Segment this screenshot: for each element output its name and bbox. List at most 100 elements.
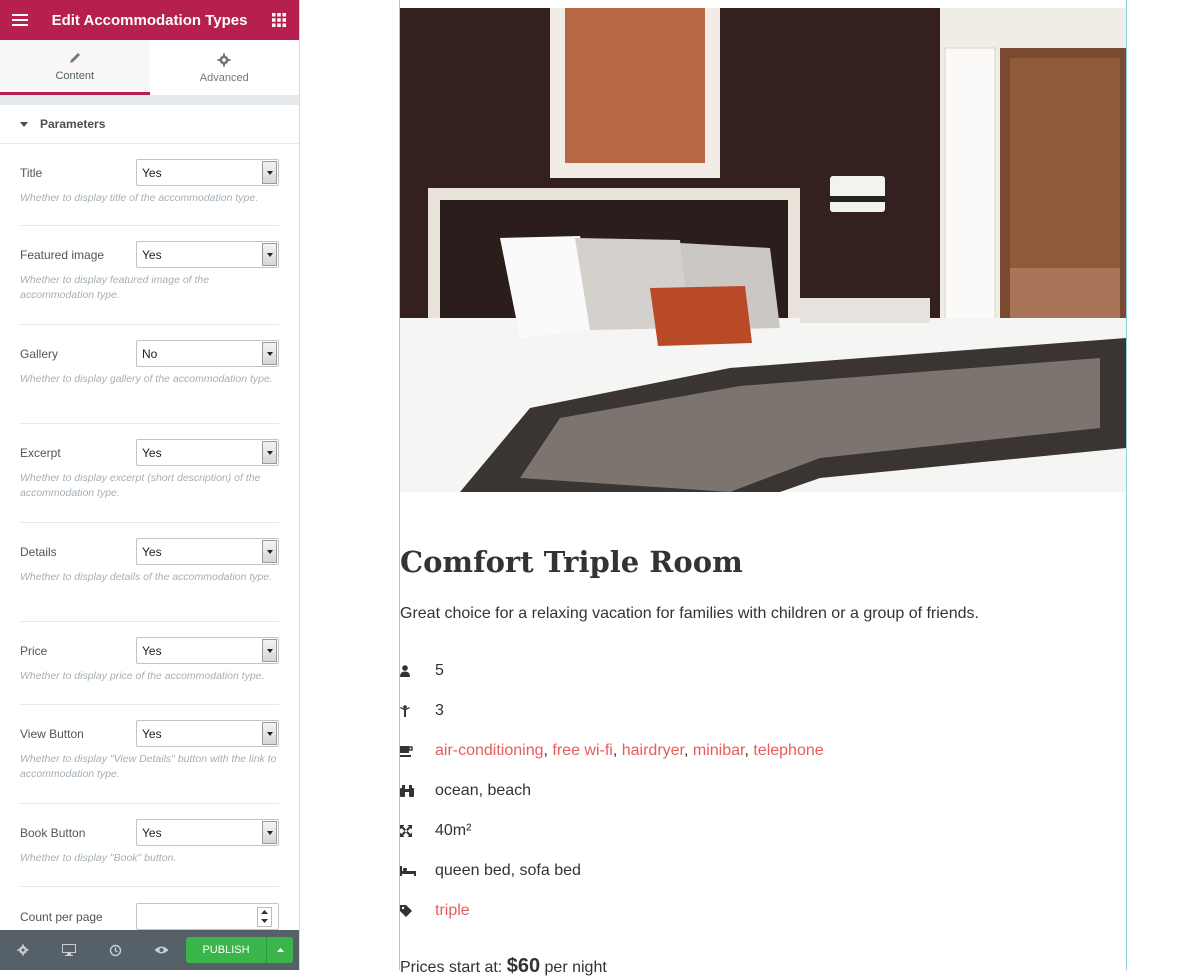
chevron-down-icon xyxy=(262,639,277,662)
tab-content-label: Content xyxy=(55,70,95,82)
expand-arrows-icon xyxy=(400,825,435,837)
room-excerpt: Great choice for a relaxing vacation for… xyxy=(400,605,979,622)
detail-category: triple xyxy=(400,891,824,931)
spin-down-icon[interactable] xyxy=(258,917,271,926)
widgets-grid-icon[interactable] xyxy=(259,0,299,40)
control-details: Details Yes Whether to display details o… xyxy=(20,523,279,622)
detail-view: ocean, beach xyxy=(400,771,824,811)
tag-icon xyxy=(400,905,435,917)
select-value: No xyxy=(142,346,158,361)
child-icon xyxy=(400,705,435,717)
number-spinner[interactable] xyxy=(257,906,272,927)
select-value: Yes xyxy=(142,643,162,658)
price-suffix: per night xyxy=(544,959,607,976)
select-value: Yes xyxy=(142,247,162,262)
control-description: Whether to display title of the accommod… xyxy=(20,192,259,204)
control-description: Whether to display gallery of the accomm… xyxy=(20,373,273,385)
coffee-icon xyxy=(400,745,435,757)
room-details-list: 5 3 air-conditioning, free wi-fi, hairdr… xyxy=(400,651,824,931)
view-text: ocean, beach xyxy=(435,782,532,799)
control-gallery: Gallery No Whether to display gallery of… xyxy=(20,325,279,424)
control-label: Price xyxy=(20,643,48,658)
detail-beds: queen bed, sofa bed xyxy=(400,851,824,891)
featured-image[interactable] xyxy=(400,8,1126,492)
price-select[interactable]: Yes xyxy=(136,637,279,664)
control-description: Whether to display "Book" button. xyxy=(20,852,177,864)
control-description: Whether to display excerpt (short descri… xyxy=(20,472,261,499)
excerpt-select[interactable]: Yes xyxy=(136,439,279,466)
detail-amenities: air-conditioning, free wi-fi, hairdryer,… xyxy=(400,731,824,771)
panel-header: Edit Accommodation Types xyxy=(0,0,299,40)
chevron-down-icon xyxy=(262,161,277,184)
room-title[interactable]: Comfort Triple Room xyxy=(400,545,743,579)
tab-advanced[interactable]: Advanced xyxy=(150,40,300,95)
preview-eye-icon[interactable] xyxy=(138,930,184,970)
panel-footer: PUBLISH xyxy=(0,930,299,970)
control-label: Excerpt xyxy=(20,445,61,460)
amenity-link[interactable]: air-conditioning xyxy=(435,742,544,759)
view-button-select[interactable]: Yes xyxy=(136,720,279,747)
bed-icon xyxy=(400,866,435,876)
beds-text: queen bed, sofa bed xyxy=(435,862,581,879)
section-parameters[interactable]: Parameters xyxy=(0,105,299,144)
detail-size: 40m² xyxy=(400,811,824,851)
pencil-icon xyxy=(68,50,82,66)
settings-gear-icon[interactable] xyxy=(0,930,46,970)
chevron-down-icon xyxy=(262,441,277,464)
control-label: Details xyxy=(20,544,57,559)
details-select[interactable]: Yes xyxy=(136,538,279,565)
control-description: Whether to display "View Details" button… xyxy=(20,753,277,780)
chevron-down-icon xyxy=(262,821,277,844)
control-featured-image: Featured image Yes Whether to display fe… xyxy=(20,226,279,325)
publish-options-button[interactable] xyxy=(266,937,293,963)
tab-advanced-label: Advanced xyxy=(199,71,249,84)
control-excerpt: Excerpt Yes Whether to display excerpt (… xyxy=(20,424,279,523)
price-prefix: Prices start at: xyxy=(400,959,503,976)
select-value: Yes xyxy=(142,825,162,840)
price-value: $60 xyxy=(506,955,541,977)
control-description: Whether to display details of the accomm… xyxy=(20,571,273,583)
category-link[interactable]: triple xyxy=(435,902,470,920)
select-value: Yes xyxy=(142,445,162,460)
control-description: Whether to display featured image of the… xyxy=(20,274,210,301)
control-label: Count per page xyxy=(20,909,103,924)
adults-count: 5 xyxy=(435,662,444,679)
select-value: Yes xyxy=(142,165,162,180)
tab-content[interactable]: Content xyxy=(0,40,150,95)
count-per-page-input[interactable] xyxy=(136,903,279,930)
size-text: 40m² xyxy=(435,822,472,839)
title-select[interactable]: Yes xyxy=(136,159,279,186)
control-price: Price Yes Whether to display price of th… xyxy=(20,622,279,705)
hamburger-menu-icon[interactable] xyxy=(0,0,40,40)
responsive-desktop-icon[interactable] xyxy=(46,930,92,970)
select-value: Yes xyxy=(142,544,162,559)
control-book-button: Book Button Yes Whether to display "Book… xyxy=(20,804,279,887)
children-count: 3 xyxy=(435,702,444,719)
detail-adults: 5 xyxy=(400,651,824,691)
amenity-link[interactable]: hairdryer xyxy=(622,742,684,759)
gear-icon xyxy=(217,52,231,68)
history-icon[interactable] xyxy=(92,930,138,970)
caret-down-icon xyxy=(20,121,28,127)
publish-button[interactable]: PUBLISH xyxy=(186,937,266,963)
amenities-list: air-conditioning, free wi-fi, hairdryer,… xyxy=(435,742,824,759)
control-label: View Button xyxy=(20,726,84,741)
amenity-link[interactable]: minibar xyxy=(693,742,745,759)
section-title: Parameters xyxy=(40,117,106,131)
room-price: Prices start at: $60 per night xyxy=(400,955,607,978)
amenity-link[interactable]: free wi-fi xyxy=(552,742,612,759)
featured-image-select[interactable]: Yes xyxy=(136,241,279,268)
panel-title: Edit Accommodation Types xyxy=(51,11,248,29)
gallery-select[interactable]: No xyxy=(136,340,279,367)
control-description: Whether to display price of the accommod… xyxy=(20,670,265,682)
preview-canvas: Comfort Triple Room Great choice for a r… xyxy=(300,0,1200,977)
book-button-select[interactable]: Yes xyxy=(136,819,279,846)
chevron-down-icon xyxy=(262,342,277,365)
panel-tabs: Content Advanced xyxy=(0,40,299,95)
control-label: Featured image xyxy=(20,247,105,262)
spin-up-icon[interactable] xyxy=(258,908,271,917)
chevron-down-icon xyxy=(262,243,277,266)
amenity-link[interactable]: telephone xyxy=(753,742,823,759)
divider xyxy=(0,95,299,105)
select-value: Yes xyxy=(142,726,162,741)
